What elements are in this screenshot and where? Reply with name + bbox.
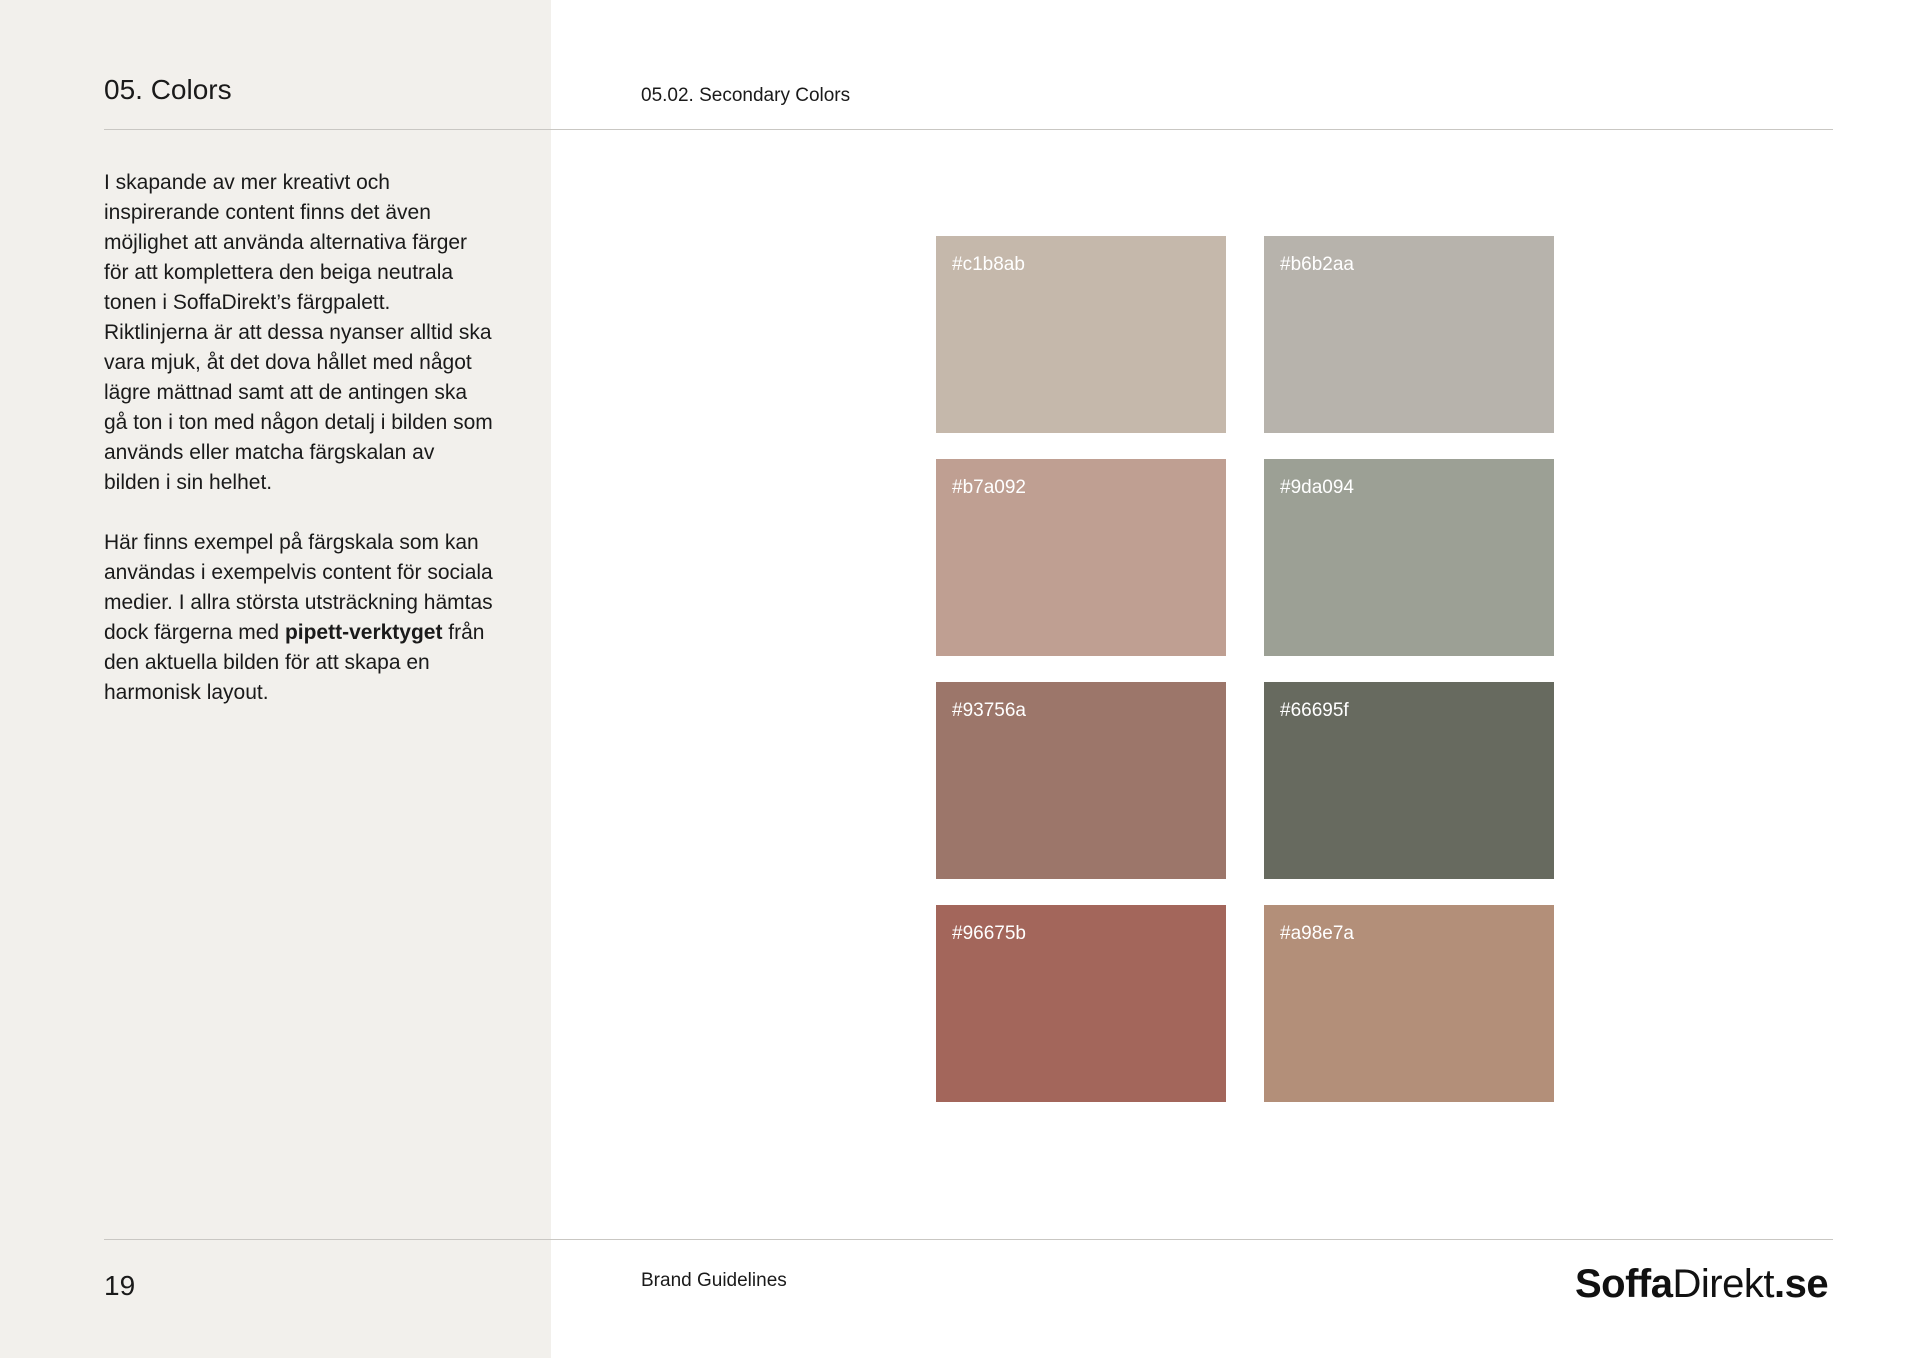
body-text: I skapande av mer kreativt och inspirera… <box>104 168 494 738</box>
section-title: 05. Colors <box>104 74 232 105</box>
logo-part-direkt: Direkt <box>1672 1262 1775 1306</box>
body-paragraph-1: I skapande av mer kreativt och inspirera… <box>104 171 493 494</box>
color-swatch: #b6b2aa <box>1264 236 1554 433</box>
logo-part-se: .se <box>1773 1262 1829 1306</box>
color-swatch: #a98e7a <box>1264 905 1554 1102</box>
pipette-tool-emphasis: pipett-verktyget <box>284 621 443 644</box>
subsection-title: 05.02. Secondary Colors <box>641 85 851 106</box>
color-swatch: #c1b8ab <box>936 236 1226 433</box>
body-paragraph-2: Här finns exempel på färgskala som kan a… <box>104 528 494 708</box>
footer-divider <box>104 1239 1833 1240</box>
footer-label: Brand Guidelines <box>641 1270 787 1291</box>
swatch-hex-label: #96675b <box>952 923 1026 944</box>
swatch-hex-label: #66695f <box>1280 700 1349 721</box>
color-swatch: #66695f <box>1264 682 1554 879</box>
page-number: 19 <box>104 1270 136 1301</box>
swatch-hex-label: #9da094 <box>1280 477 1354 498</box>
swatch-hex-label: #b6b2aa <box>1280 254 1354 275</box>
swatch-hex-label: #93756a <box>952 700 1026 721</box>
swatch-hex-label: #c1b8ab <box>952 254 1025 275</box>
swatch-hex-label: #b7a092 <box>952 477 1026 498</box>
color-swatch: #93756a <box>936 682 1226 879</box>
color-swatch: #9da094 <box>1264 459 1554 656</box>
header-divider <box>104 129 1833 130</box>
brand-logo: SoffaDirekt.se <box>1575 1262 1829 1307</box>
color-swatch: #b7a092 <box>936 459 1226 656</box>
swatch-hex-label: #a98e7a <box>1280 923 1354 944</box>
color-swatch: #96675b <box>936 905 1226 1102</box>
logo-part-soffa: Soffa <box>1575 1262 1673 1306</box>
